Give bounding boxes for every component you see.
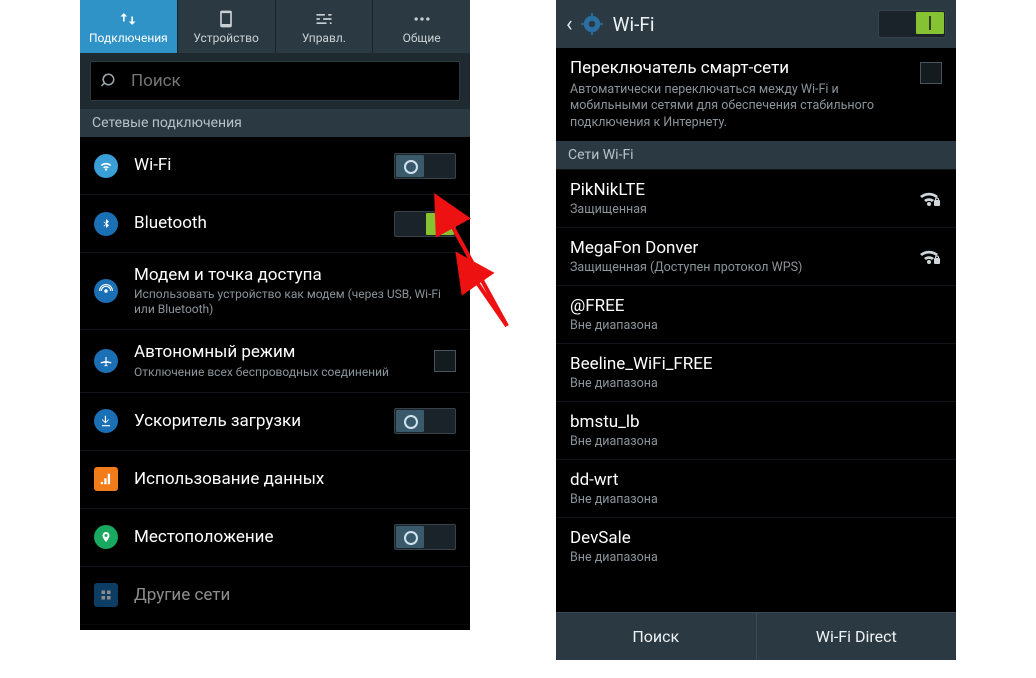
search-box[interactable]: [90, 61, 460, 101]
wifi-network-name: PikNikLTE: [570, 180, 916, 200]
download-booster-icon: [94, 409, 118, 433]
wifi-network-name: dd-wrt: [570, 470, 942, 490]
wifi-network-status: Вне диапазона: [570, 376, 942, 391]
wifi-icon: [94, 154, 118, 178]
wifi-network-status: Вне диапазона: [570, 434, 942, 449]
wifi-network-status: Вне диапазона: [570, 492, 942, 507]
download-booster-toggle[interactable]: [394, 408, 456, 434]
device-icon: [216, 9, 236, 29]
tab-manage-label: Управл.: [302, 31, 346, 45]
tab-general[interactable]: Общие: [373, 0, 470, 53]
wifi-network-status: Вне диапазона: [570, 550, 942, 565]
section-network: Сетевые подключения: [80, 109, 470, 137]
wifi-network-name: Beeline_WiFi_FREE: [570, 354, 942, 374]
wifi-network-item[interactable]: Beeline_WiFi_FREE Вне диапазона: [556, 343, 956, 401]
wifi-network-status: Защищенная: [570, 202, 916, 217]
wifi-network-status: Защищенная (Доступен протокол WPS): [570, 260, 916, 275]
tab-connections-label: Подключения: [89, 31, 168, 45]
airplane-icon: [94, 349, 118, 373]
bluetooth-icon: [94, 212, 118, 236]
row-tethering-title: Модем и точка доступа: [134, 265, 456, 285]
bluetooth-toggle[interactable]: [394, 211, 456, 237]
row-tethering-sub: Использовать устройство как модем (через…: [134, 287, 456, 317]
tab-general-label: Общие: [403, 31, 441, 45]
smart-switch-desc: Автоматически переключаться между Wi-Fi …: [570, 82, 910, 131]
back-button[interactable]: ‹: [566, 12, 573, 37]
wifi-screen-title: Wi-Fi: [613, 13, 878, 36]
wifi-network-item[interactable]: DevSale Вне диапазона: [556, 517, 956, 575]
wifi-network-item[interactable]: @FREE Вне диапазона: [556, 285, 956, 343]
row-more-title: Другие сети: [134, 585, 456, 605]
row-bluetooth[interactable]: Bluetooth: [80, 195, 470, 253]
search-input[interactable]: [131, 71, 449, 91]
row-location[interactable]: Местоположение: [80, 509, 470, 567]
tab-connections[interactable]: Подключения: [80, 0, 178, 53]
more-icon: [412, 9, 432, 29]
wifi-signal-icon: [916, 188, 942, 208]
settings-tabs: Подключения Устройство Управл. Общие: [80, 0, 470, 53]
wifi-network-item[interactable]: MegaFon Donver Защищенная (Доступен прот…: [556, 227, 956, 285]
airplane-checkbox[interactable]: [434, 350, 456, 372]
row-more-networks[interactable]: Другие сети: [80, 567, 470, 625]
row-data-usage[interactable]: Использование данных: [80, 451, 470, 509]
wifi-master-toggle[interactable]: [878, 10, 946, 38]
wifi-network-status: Вне диапазона: [570, 318, 942, 333]
row-data-title: Использование данных: [134, 469, 456, 489]
tab-device[interactable]: Устройство: [178, 0, 276, 53]
wifi-bottom-bar: Поиск Wi-Fi Direct: [556, 612, 956, 660]
settings-gear-icon: [581, 13, 603, 35]
wifi-direct-button[interactable]: Wi-Fi Direct: [756, 613, 957, 660]
smart-switch-checkbox[interactable]: [920, 62, 942, 84]
smart-network-switch[interactable]: Переключатель смарт-сети Автоматически п…: [556, 48, 956, 141]
sliders-icon: [314, 9, 334, 29]
row-wifi-title: Wi-Fi: [134, 155, 384, 175]
row-airplane-sub: Отключение всех беспроводных соединений: [134, 365, 424, 380]
wifi-titlebar: ‹ Wi-Fi: [556, 0, 956, 48]
section-wifi-networks: Сети Wi-Fi: [556, 141, 956, 169]
wifi-network-name: DevSale: [570, 528, 942, 548]
row-airplane[interactable]: Автономный режим Отключение всех беспров…: [80, 330, 470, 392]
wifi-network-item[interactable]: PikNikLTE Защищенная: [556, 169, 956, 227]
tab-device-label: Устройство: [193, 31, 258, 45]
wifi-signal-icon: [916, 246, 942, 266]
row-bluetooth-title: Bluetooth: [134, 213, 384, 233]
wifi-scan-button[interactable]: Поиск: [556, 613, 756, 660]
row-airplane-title: Автономный режим: [134, 342, 424, 362]
row-location-title: Местоположение: [134, 527, 384, 547]
row-download-booster[interactable]: Ускоритель загрузки: [80, 393, 470, 451]
wifi-network-item[interactable]: dd-wrt Вне диапазона: [556, 459, 956, 517]
wifi-network-item[interactable]: bmstu_lb Вне диапазона: [556, 401, 956, 459]
tethering-icon: [94, 279, 118, 303]
wifi-network-name: @FREE: [570, 296, 942, 316]
wifi-network-name: bmstu_lb: [570, 412, 942, 432]
location-toggle[interactable]: [394, 524, 456, 550]
smart-switch-title: Переключатель смарт-сети: [570, 58, 910, 78]
swap-icon: [118, 9, 138, 29]
wifi-toggle[interactable]: [394, 153, 456, 179]
row-boost-title: Ускоритель загрузки: [134, 411, 384, 431]
tab-manage[interactable]: Управл.: [276, 0, 374, 53]
location-icon: [94, 525, 118, 549]
search-icon: [101, 72, 119, 90]
data-usage-icon: [94, 467, 118, 491]
more-networks-icon: [94, 583, 118, 607]
wifi-network-name: MegaFon Donver: [570, 238, 916, 258]
row-wifi[interactable]: Wi-Fi: [80, 137, 470, 195]
row-tethering[interactable]: Модем и точка доступа Использовать устро…: [80, 253, 470, 330]
